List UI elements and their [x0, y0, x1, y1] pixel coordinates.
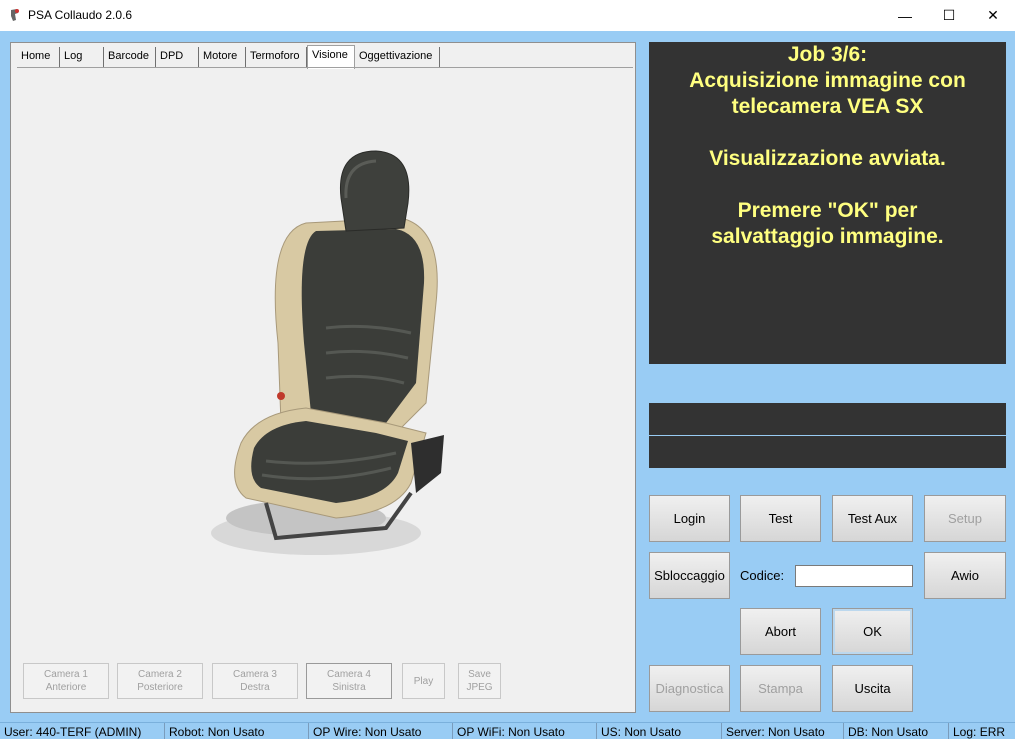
- camera-3-label: Camera 3: [233, 669, 277, 680]
- minimize-button[interactable]: —: [882, 0, 928, 31]
- camera-3-button[interactable]: Camera 3 Destra: [212, 663, 298, 699]
- status-op-wifi: OP WiFi: Non Usato: [453, 723, 597, 739]
- camera-1-label: Camera 1: [44, 669, 88, 680]
- codice-label: Codice:: [740, 568, 785, 583]
- stampa-button[interactable]: Stampa: [740, 665, 821, 712]
- tab-bar: Home Log Barcode DPD Motore Termoforo Vi…: [17, 45, 440, 69]
- tab-termoforo[interactable]: Termoforo: [246, 47, 307, 67]
- save-label: Save: [468, 669, 491, 680]
- ok-button[interactable]: OK: [832, 608, 913, 655]
- uscita-button[interactable]: Uscita: [832, 665, 913, 712]
- codice-input[interactable]: [795, 565, 913, 587]
- sbloccaggio-button[interactable]: Sbloccaggio: [649, 552, 730, 599]
- camera-2-label: Camera 2: [138, 669, 182, 680]
- status-user: User: 440-TERF (ADMIN): [0, 723, 165, 739]
- maximize-button[interactable]: ☐: [926, 0, 972, 31]
- setup-button[interactable]: Setup: [924, 495, 1006, 542]
- tab-divider: [17, 67, 633, 68]
- tab-motore[interactable]: Motore: [199, 47, 246, 67]
- status-op-wire: OP Wire: Non Usato: [309, 723, 453, 739]
- save-sublabel: JPEG: [466, 682, 493, 693]
- tab-barcode[interactable]: Barcode: [104, 47, 156, 67]
- play-button[interactable]: Play: [402, 663, 445, 699]
- tab-home[interactable]: Home: [17, 47, 60, 67]
- car-seat-image: [211, 150, 444, 555]
- camera-3-sublabel: Destra: [240, 682, 270, 693]
- diagnostica-button[interactable]: Diagnostica: [649, 665, 730, 712]
- status-robot: Robot: Non Usato: [165, 723, 309, 739]
- close-icon: ✕: [987, 7, 999, 23]
- status-bar: User: 440-TERF (ADMIN) Robot: Non Usato …: [0, 722, 1015, 739]
- message-line-1: Job 3/6:: [787, 43, 868, 66]
- status-server: Server: Non Usato: [722, 723, 844, 739]
- tab-dpd[interactable]: DPD: [156, 47, 199, 67]
- message-line-2: Acquisizione immagine con: [689, 69, 966, 92]
- tab-visione[interactable]: Visione: [307, 45, 355, 69]
- camera-4-sublabel: Sinistra: [332, 682, 366, 693]
- camera-1-button[interactable]: Camera 1 Anteriore: [23, 663, 109, 699]
- close-button[interactable]: ✕: [970, 0, 1015, 31]
- tab-log[interactable]: Log: [60, 47, 104, 67]
- status-us: US: Non Usato: [597, 723, 722, 739]
- message-line-6: salvattaggio immagine.: [711, 225, 944, 248]
- tab-oggettivazione[interactable]: Oggettivazione: [355, 47, 440, 67]
- save-jpeg-button[interactable]: Save JPEG: [458, 663, 501, 699]
- message-line-5: Premere "OK" per: [737, 199, 918, 222]
- message-display: Job 3/6: Acquisizione immagine con telec…: [649, 42, 1006, 364]
- title-bar: PSA Collaudo 2.0.6 — ☐ ✕: [0, 0, 1015, 31]
- app-icon: [11, 9, 19, 21]
- camera-2-button[interactable]: Camera 2 Posteriore: [117, 663, 203, 699]
- status-db: DB: Non Usato: [844, 723, 949, 739]
- avvio-button[interactable]: Awio: [924, 552, 1006, 599]
- play-label: Play: [413, 675, 434, 687]
- vision-panel: Home Log Barcode DPD Motore Termoforo Vi…: [10, 42, 636, 713]
- camera-4-button[interactable]: Camera 4 Sinistra: [306, 663, 392, 699]
- test-button[interactable]: Test: [740, 495, 821, 542]
- message-line-3: telecamera VEA SX: [731, 95, 924, 118]
- camera-4-label: Camera 4: [327, 669, 371, 680]
- message-line-4: Visualizzazione avviata.: [709, 147, 946, 170]
- window-title: PSA Collaudo 2.0.6: [28, 8, 133, 22]
- minimize-icon: —: [898, 7, 912, 24]
- status-display-2: [649, 436, 1006, 468]
- abort-button[interactable]: Abort: [740, 608, 821, 655]
- camera-2-sublabel: Posteriore: [137, 682, 183, 693]
- maximize-icon: ☐: [942, 7, 956, 23]
- camera-1-sublabel: Anteriore: [45, 682, 87, 693]
- test-aux-button[interactable]: Test Aux: [832, 495, 913, 542]
- login-button[interactable]: Login: [649, 495, 730, 542]
- status-log: Log: ERR: [953, 725, 1006, 739]
- status-display-1: [649, 403, 1006, 435]
